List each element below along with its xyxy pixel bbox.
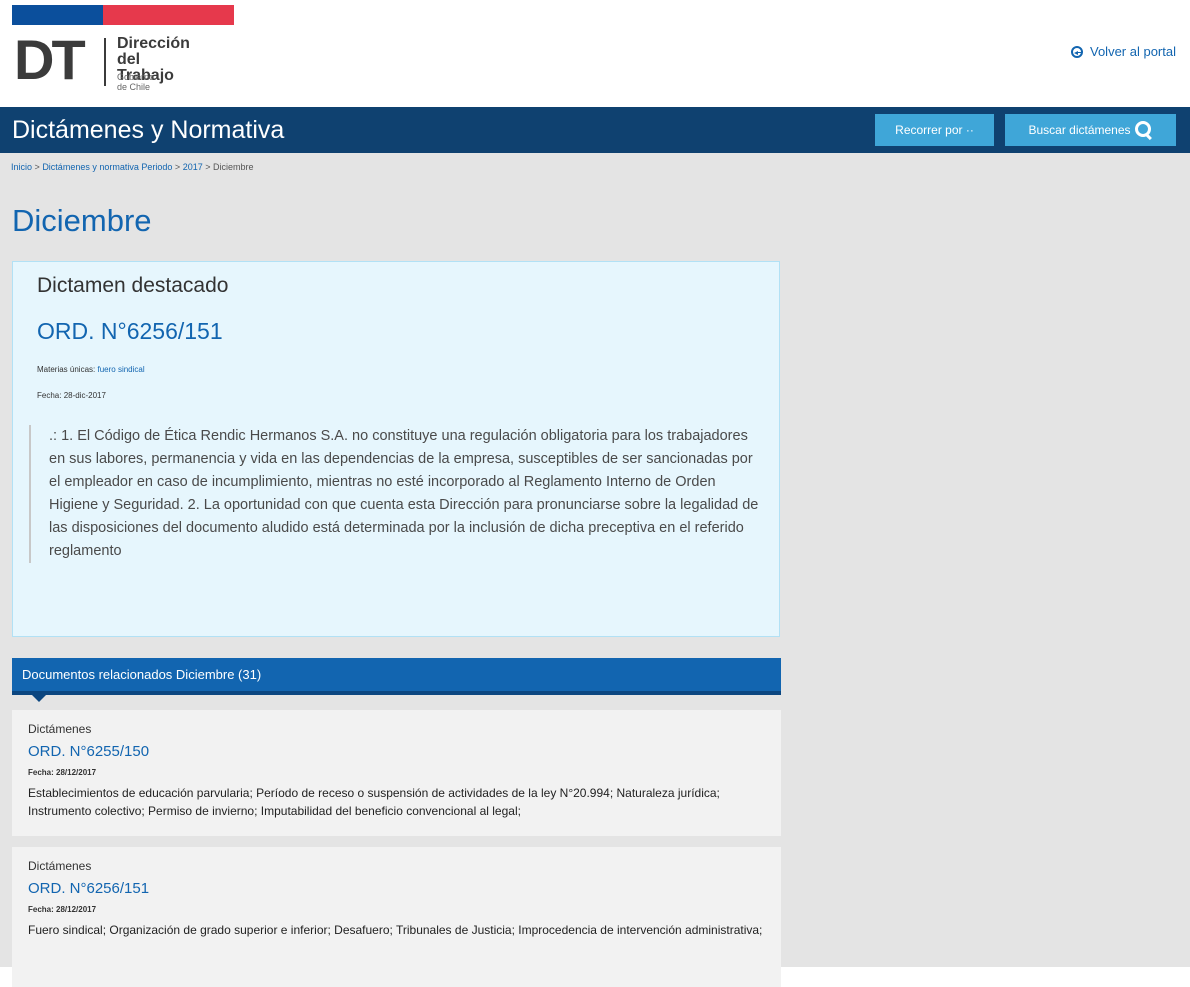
item-category: Dictámenes bbox=[28, 859, 92, 873]
breadcrumb-home[interactable]: Inicio bbox=[11, 162, 32, 172]
featured-summary: .: 1. El Código de Ética Rendic Hermanos… bbox=[29, 425, 761, 563]
breadcrumb-year[interactable]: 2017 bbox=[183, 162, 203, 172]
breadcrumb-separator: > bbox=[205, 162, 211, 172]
logo-separator bbox=[104, 38, 106, 86]
breadcrumb-separator: > bbox=[34, 162, 40, 172]
item-date-label: Fecha: bbox=[28, 905, 54, 914]
materias-link[interactable]: fuero sindical bbox=[97, 365, 144, 374]
item-date-value: 28/12/2017 bbox=[56, 905, 97, 914]
brand-bar-red bbox=[103, 5, 234, 25]
search-icon bbox=[1134, 121, 1153, 139]
list-item: Dictámenes ORD. N°6255/150 Fecha: 28/12/… bbox=[12, 710, 781, 836]
back-to-portal-link[interactable]: Volver al portal bbox=[1071, 44, 1176, 59]
featured-dictamen-box: Dictamen destacado ORD. N°6256/151 Mater… bbox=[12, 261, 780, 637]
item-date: Fecha: 28/12/2017 bbox=[28, 905, 96, 914]
featured-materias: Materias únicas: fuero sindical bbox=[37, 365, 145, 375]
item-date-value: 28/12/2017 bbox=[56, 768, 97, 777]
breadcrumb-period[interactable]: Periodo bbox=[141, 162, 172, 172]
featured-fecha: Fecha: 28-dic-2017 bbox=[37, 391, 106, 401]
section-title: Dictámenes y Normativa bbox=[12, 116, 285, 144]
search-button-label: Buscar dictámenes bbox=[1028, 123, 1131, 137]
back-arrow-circle-icon bbox=[1071, 45, 1083, 58]
main-content: Inicio > Dictámenes y normativa Periodo … bbox=[0, 153, 1190, 987]
related-documents-header: Documentos relacionados Diciembre (31) bbox=[12, 658, 781, 695]
item-date: Fecha: 28/12/2017 bbox=[28, 768, 96, 777]
item-subjects: Establecimientos de educación parvularia… bbox=[28, 786, 720, 818]
brand-bar-blue bbox=[12, 5, 103, 25]
back-to-portal-label: Volver al portal bbox=[1090, 44, 1176, 59]
breadcrumb-current: Diciembre bbox=[213, 162, 254, 172]
materias-label: Materias únicas: bbox=[37, 365, 96, 374]
item-ord-link[interactable]: ORD. N°6255/150 bbox=[28, 743, 149, 760]
fecha-label: Fecha: bbox=[37, 391, 62, 400]
brand-color-bar bbox=[12, 5, 234, 25]
breadcrumb-separator: > bbox=[174, 162, 181, 172]
item-ord-link[interactable]: ORD. N°6256/151 bbox=[28, 880, 149, 897]
list-item: Dictámenes ORD. N°6256/151 Fecha: 28/12/… bbox=[12, 847, 781, 987]
item-category: Dictámenes bbox=[28, 722, 92, 736]
browse-by-button[interactable]: Recorrer por ·· bbox=[875, 114, 994, 146]
featured-ord-link[interactable]: ORD. N°6256/151 bbox=[37, 316, 223, 346]
featured-heading: Dictamen destacado bbox=[37, 274, 229, 297]
search-dictamenes-button[interactable]: Buscar dictámenes bbox=[1005, 114, 1176, 146]
related-header-pointer bbox=[32, 695, 46, 702]
page-title: Diciembre bbox=[12, 203, 152, 238]
breadcrumb: Inicio > Dictámenes y normativa Periodo … bbox=[11, 162, 254, 172]
item-subjects: Fuero sindical; Organización de grado su… bbox=[28, 923, 763, 937]
breadcrumb-section[interactable]: Dictámenes y normativa bbox=[42, 162, 139, 172]
logo-line-3: Gobierno de Chile bbox=[117, 72, 155, 92]
logo-line-1: Dirección bbox=[117, 35, 190, 52]
logo-letters: DT bbox=[14, 28, 86, 91]
item-date-label: Fecha: bbox=[28, 768, 54, 777]
fecha-value: 28-dic-2017 bbox=[63, 391, 106, 400]
section-navbar: Dictámenes y Normativa Recorrer por ·· B… bbox=[0, 107, 1190, 153]
